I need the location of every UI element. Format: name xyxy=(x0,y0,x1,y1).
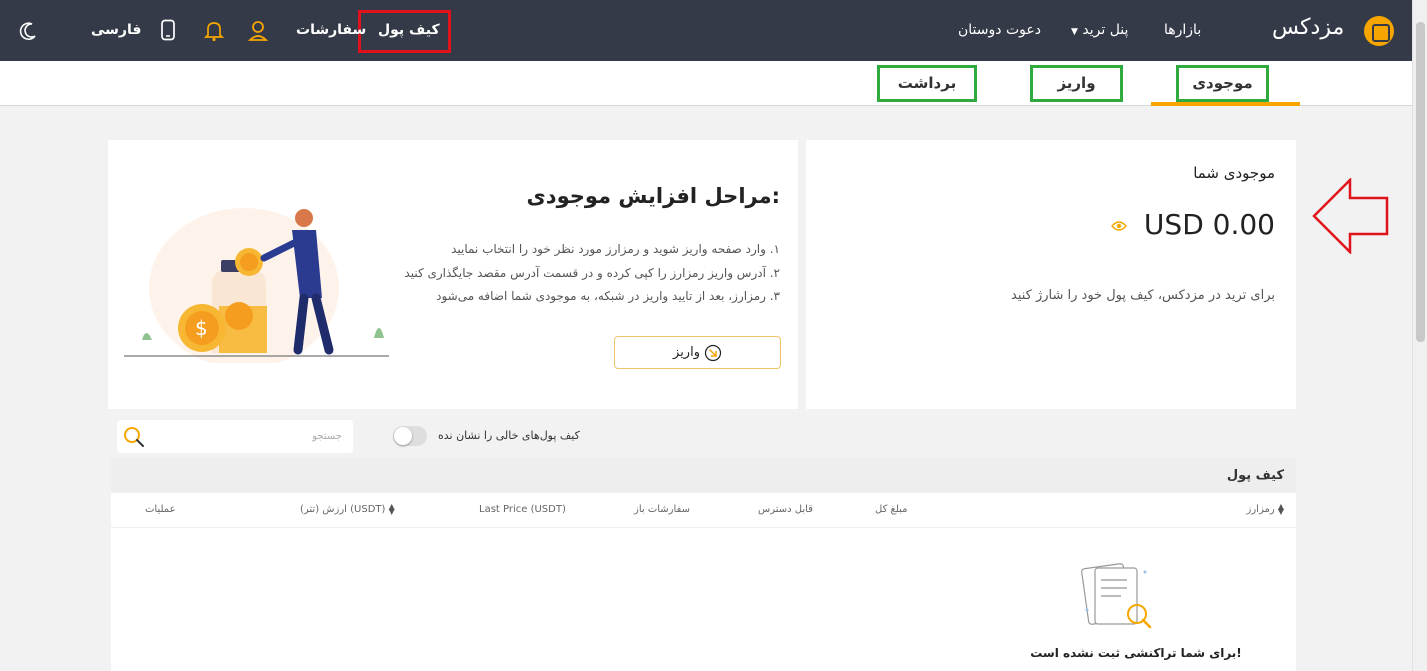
bell-icon[interactable] xyxy=(204,20,224,42)
balance-title: موجودی شما xyxy=(1193,164,1275,182)
user-icon[interactable] xyxy=(248,20,268,42)
nav-trade-panel-link[interactable]: ▼ پنل ترید xyxy=(1071,22,1128,38)
deposit-steps-card: مراحل افزایش موجودی: ۱. وارد صفحه واریز … xyxy=(108,140,798,409)
scrollbar-thumb[interactable] xyxy=(1416,22,1425,342)
vertical-scrollbar[interactable] xyxy=(1412,0,1427,671)
mazdax-logo-icon[interactable] xyxy=(1364,16,1394,46)
search-icon[interactable] xyxy=(123,426,145,448)
wallet-tabbar: موجودی واریز برداشت xyxy=(0,61,1412,106)
hide-empty-label: کیف پول‌های خالی را نشان نده xyxy=(438,429,580,442)
chevron-down-icon: ▼ xyxy=(1071,27,1078,37)
eye-icon[interactable] xyxy=(1111,220,1127,232)
search-input[interactable] xyxy=(152,426,342,447)
tab-withdraw[interactable]: برداشت xyxy=(877,65,977,102)
top-navbar: مزدکس بازارها ▼ پنل ترید دعوت دوستان کیف… xyxy=(0,0,1412,61)
col-last-price: Last Price (USDT) xyxy=(479,504,566,515)
mobile-icon[interactable] xyxy=(160,19,176,41)
search-box xyxy=(117,420,353,453)
step-item: ۲. آدرس واریز رمزارز را کپی کرده و در قس… xyxy=(404,265,780,280)
toggle-knob xyxy=(394,427,412,445)
nav-markets-link[interactable]: بازارها xyxy=(1164,22,1201,38)
steps-list: ۱. وارد صفحه واریز شوید و رمزارز مورد نظ… xyxy=(380,238,780,309)
svg-text:$: $ xyxy=(195,316,208,340)
col-currency[interactable]: رمزارز ▲ ▼ xyxy=(1246,502,1284,516)
col-currency-label: رمزارز xyxy=(1246,504,1275,515)
balance-card: موجودی شما USD 0.00 برای ترید در مزدکس، … xyxy=(806,140,1296,409)
nav-wallet-link[interactable]: کیف پول xyxy=(378,22,440,38)
red-arrow-annotation xyxy=(1312,178,1389,254)
wallet-table: کیف پول رمزارز ▲ ▼ مبلغ کل قابل دسترس سفا… xyxy=(111,458,1296,671)
nav-trade-panel-label: پنل ترید xyxy=(1082,22,1129,38)
col-open-orders: سفارشات باز xyxy=(634,504,690,515)
nav-orders-link[interactable]: سفارشات xyxy=(296,22,366,38)
logo-text[interactable]: مزدکس xyxy=(1272,15,1344,40)
deposit-button-label: واریز xyxy=(673,345,700,360)
active-tab-indicator xyxy=(1151,102,1300,106)
col-actions: عملیات xyxy=(145,504,176,515)
nav-invite-link[interactable]: دعوت دوستان xyxy=(958,22,1041,38)
sort-icon: ▲ ▼ xyxy=(1277,502,1284,516)
tab-balance[interactable]: موجودی xyxy=(1176,65,1269,102)
col-available: قابل دسترس xyxy=(758,504,813,515)
deposit-button[interactable]: واریز xyxy=(614,336,781,369)
table-title: کیف پول xyxy=(1226,468,1284,483)
table-header-row: رمزارز ▲ ▼ مبلغ کل قابل دسترس سفارشات باز… xyxy=(111,493,1296,528)
col-value-label: ارزش (تتر) (USDT) xyxy=(300,504,386,515)
table-title-bar: کیف پول xyxy=(111,458,1296,493)
balance-hint: برای ترید در مزدکس، کیف پول خود را شارژ … xyxy=(1011,288,1275,303)
deposit-illustration: $ xyxy=(124,208,389,363)
col-total: مبلغ کل xyxy=(875,504,908,515)
balance-amount: USD 0.00 xyxy=(1143,208,1275,241)
empty-document-icon xyxy=(1081,563,1152,629)
step-item: ۱. وارد صفحه واریز شوید و رمزارز مورد نظ… xyxy=(451,242,780,256)
deposit-arrow-icon xyxy=(704,344,722,361)
empty-message: برای شما تراکنشی ثبت نشده است! xyxy=(1030,646,1242,660)
hide-empty-toggle[interactable] xyxy=(393,426,427,446)
moon-icon[interactable] xyxy=(18,21,38,41)
steps-title: مراحل افزایش موجودی: xyxy=(526,184,780,208)
language-selector[interactable]: فارسی xyxy=(91,22,141,38)
tab-deposit[interactable]: واریز xyxy=(1030,65,1123,102)
step-item: ۳. رمزارز، بعد از تایید واریز در شبکه، ب… xyxy=(436,289,780,303)
col-value[interactable]: ارزش (تتر) (USDT) ▲ ▼ xyxy=(300,502,395,516)
sort-icon: ▲ ▼ xyxy=(388,502,395,516)
